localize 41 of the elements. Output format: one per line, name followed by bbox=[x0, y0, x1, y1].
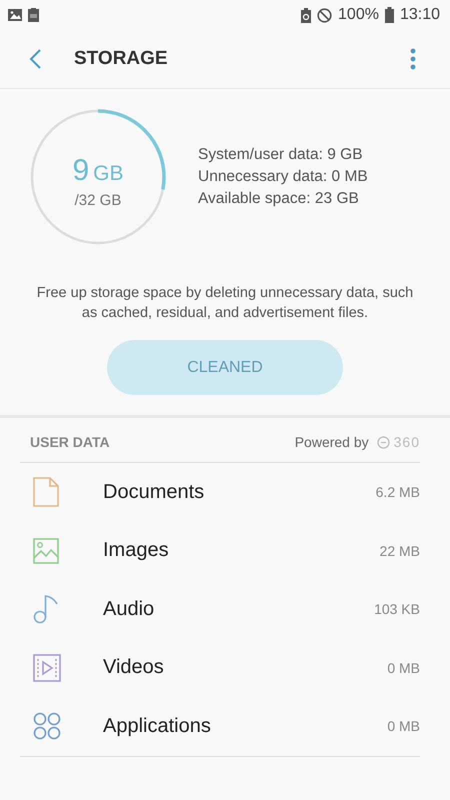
category-item[interactable]: Images 22 MB bbox=[20, 522, 420, 580]
logo-icon bbox=[376, 436, 390, 448]
back-icon bbox=[28, 48, 42, 70]
category-size: 103 KB bbox=[374, 601, 420, 618]
category-item[interactable]: Audio 103 KB bbox=[20, 580, 420, 638]
more-options-icon[interactable] bbox=[410, 48, 416, 70]
powered-by-label: Powered by bbox=[294, 434, 369, 450]
battery-saver-icon bbox=[301, 8, 312, 22]
description: Free up storage space by deleting unnecessary data, such as cached, residual, and advertisement files. bbox=[36, 284, 414, 323]
used-amount: 9 bbox=[72, 154, 90, 188]
apps-icon bbox=[33, 712, 61, 740]
battery-percent: 100% bbox=[338, 6, 379, 24]
storage-detail: System/user data: 9 GB bbox=[198, 145, 364, 165]
storage-detail: Unnecessary data: 0 MB bbox=[198, 167, 368, 187]
total-capacity: /32 GB bbox=[74, 192, 122, 208]
category-name: Videos bbox=[103, 656, 164, 680]
storage-detail: Available space: 23 GB bbox=[198, 189, 360, 209]
category-size: 0 MB bbox=[387, 718, 420, 734]
used-unit: GB bbox=[93, 162, 124, 186]
category-size: 6.2 MB bbox=[376, 484, 420, 500]
image-icon bbox=[33, 538, 59, 564]
category-size: 0 MB bbox=[387, 660, 420, 676]
clock: 13:10 bbox=[400, 6, 440, 24]
category-item[interactable]: Applications 0 MB bbox=[20, 697, 420, 756]
blocked-icon bbox=[317, 8, 332, 22]
battery-icon bbox=[384, 7, 394, 23]
page-title: STORAGE bbox=[74, 48, 168, 70]
logo-text: 360 bbox=[394, 434, 420, 450]
category-size: 22 MB bbox=[380, 542, 420, 559]
category-item[interactable]: Videos 0 MB bbox=[20, 638, 420, 697]
video-icon bbox=[33, 654, 61, 682]
document-icon bbox=[33, 477, 59, 508]
category-name: Audio bbox=[103, 598, 154, 621]
sd-card-icon bbox=[28, 8, 39, 22]
gallery-icon bbox=[8, 9, 22, 21]
music-note-icon bbox=[33, 594, 59, 624]
category-item[interactable]: Documents 6.2 MB bbox=[20, 463, 420, 522]
category-name: Documents bbox=[103, 480, 204, 504]
section-heading: USER DATA bbox=[30, 434, 110, 450]
category-name: Applications bbox=[103, 714, 211, 738]
category-name: Images bbox=[103, 539, 169, 562]
